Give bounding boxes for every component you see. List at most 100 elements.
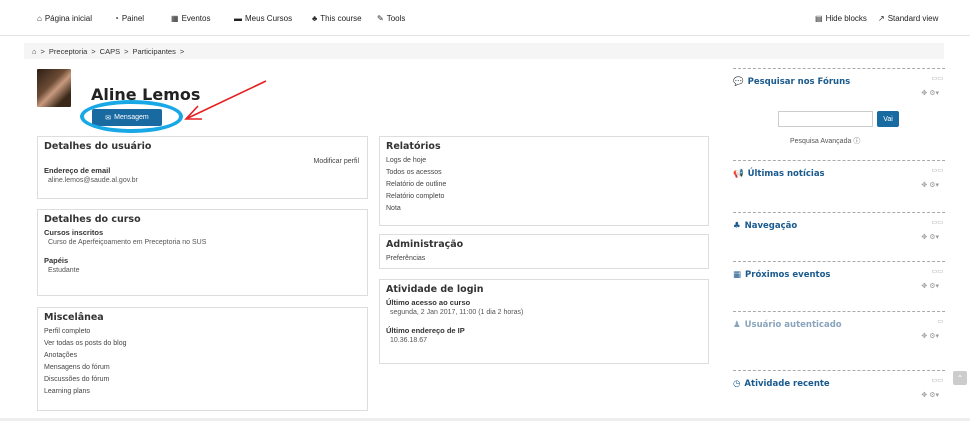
report-link-outline[interactable]: Relatório de outline [386, 179, 702, 191]
email-value: aline.lemos@saude.al.gov.br [48, 177, 138, 184]
block-dock-icon[interactable]: ▭▭ [932, 268, 943, 275]
edit-profile-link[interactable]: Modificar perfil [313, 158, 359, 165]
home-icon: ⌂ [37, 14, 42, 23]
nav-this-course[interactable]: ♣ This course [312, 14, 362, 23]
sitemap-icon: ♣ [312, 14, 318, 23]
reports-title: Relatórios [386, 141, 441, 152]
block-latest-news: 📢 Últimas notícias ▭▭ ✥ ⚙▾ [733, 160, 945, 200]
nav-dashboard-label: Painel [121, 14, 145, 23]
breadcrumb: ⌂ > Preceptoria > CAPS > Participantes > [24, 43, 944, 59]
nav-home[interactable]: ⌂ Página inicial [37, 14, 92, 23]
last-ip-label: Último endereço de IP [386, 326, 465, 335]
block-latest-news-title: 📢 Últimas notícias [733, 169, 945, 179]
block-dock-icon[interactable]: ▭ [937, 318, 943, 325]
user-details-title: Detalhes do usuário [44, 141, 152, 152]
nav-events-label: Eventos [181, 14, 211, 23]
block-recent-activity-title: ◷ Atividade recente [733, 379, 945, 389]
comments-icon: 💬 [733, 77, 744, 87]
hide-blocks-icon: ▤ [815, 14, 823, 23]
misc-link-forum-discussions[interactable]: Discussões do fórum [44, 374, 361, 386]
block-actions-icon[interactable]: ✥ ⚙▾ [921, 181, 939, 189]
nav-tools-label: Tools [386, 14, 406, 23]
standard-view-label: Standard view [887, 14, 939, 23]
breadcrumb-home-icon[interactable]: ⌂ [32, 47, 37, 56]
bullhorn-icon: 📢 [733, 169, 744, 179]
misc-title: Miscelânea [44, 312, 104, 323]
block-search-forums-label: Pesquisar nos Fóruns [747, 77, 851, 87]
misc-link-notes[interactable]: Anotações [44, 350, 361, 362]
reports-card: Relatórios Logs de hoje Todos os acessos… [379, 136, 709, 226]
top-navbar: ⌂ Página inicial ◔ Painel ▦ Eventos ▬ Meus C… [0, 0, 970, 36]
block-upcoming-events-title: ▦ Próximos eventos [733, 270, 945, 280]
forum-search-go-button[interactable]: Vai [877, 111, 899, 127]
last-access-value: segunda, 2 Jan 2017, 11:00 (1 dia 2 hora… [390, 309, 524, 316]
block-latest-news-label: Últimas notícias [747, 169, 825, 179]
forum-search-input[interactable] [778, 111, 873, 127]
clock-icon: ◷ [733, 379, 741, 389]
chevron-up-icon: ⌃ [956, 373, 964, 383]
wrench-icon: ✎ [377, 14, 384, 23]
block-actions-icon[interactable]: ✥ ⚙▾ [921, 391, 939, 399]
breadcrumb-sep: > [124, 46, 129, 56]
block-upcoming-events: ▦ Próximos eventos ▭▭ ✥ ⚙▾ [733, 261, 945, 301]
login-activity-card: Atividade de login Último acesso ao curs… [379, 279, 709, 364]
enrolled-course-link[interactable]: Curso de Aperfeiçoamento em Preceptoria … [44, 239, 361, 246]
misc-link-full-profile[interactable]: Perfil completo [44, 326, 361, 338]
hide-blocks-label: Hide blocks [825, 14, 867, 23]
breadcrumb-item-caps[interactable]: CAPS [100, 47, 120, 56]
block-search-forums: 💬 Pesquisar nos Fóruns ▭▭ ✥ ⚙▾ [733, 68, 945, 108]
nav-dashboard[interactable]: ◔ Painel [114, 14, 144, 23]
block-logged-user: ♟ Usuário autenticado ▭ ✥ ⚙▾ [733, 311, 945, 351]
block-actions-icon[interactable]: ✥ ⚙▾ [921, 89, 939, 97]
advanced-search-link[interactable]: Pesquisa Avançada ⓘ [790, 136, 860, 146]
hide-blocks-button[interactable]: ▤ Hide blocks [815, 14, 867, 23]
report-link-all-logs[interactable]: Todos os acessos [386, 167, 702, 179]
misc-link-blog[interactable]: Ver todas os posts do blog [44, 338, 361, 350]
standard-view-button[interactable]: ↗ Standard view [878, 14, 938, 23]
breadcrumb-item-preceptoria[interactable]: Preceptoria [49, 47, 87, 56]
block-dock-icon[interactable]: ▭▭ [932, 377, 943, 384]
admin-title: Administração [386, 239, 464, 250]
enrolled-courses-label: Cursos inscritos [44, 228, 104, 237]
block-actions-icon[interactable]: ✥ ⚙▾ [921, 282, 939, 290]
block-logged-user-label: Usuário autenticado [744, 320, 842, 330]
sitemap-icon: ♣ [733, 221, 741, 231]
block-dock-icon[interactable]: ▭▭ [932, 75, 943, 82]
nav-events[interactable]: ▦ Eventos [171, 14, 210, 23]
advanced-search-label: Pesquisa Avançada [790, 138, 852, 145]
login-activity-title: Atividade de login [386, 284, 484, 295]
block-logged-user-title: ♟ Usuário autenticado [733, 320, 945, 330]
block-dock-icon[interactable]: ▭▭ [932, 219, 943, 226]
misc-link-learning-plans[interactable]: Learning plans [44, 386, 361, 398]
resize-icon: ↗ [878, 14, 885, 23]
admin-link-preferences[interactable]: Preferências [386, 253, 702, 265]
block-dock-icon[interactable]: ▭▭ [932, 167, 943, 174]
report-link-today-logs[interactable]: Logs de hoje [386, 155, 702, 167]
report-link-grade[interactable]: Nota [386, 203, 702, 215]
block-navigation: ♣ Navegação ▭▭ ✥ ⚙▾ [733, 212, 945, 252]
block-upcoming-events-label: Próximos eventos [745, 270, 831, 280]
block-actions-icon[interactable]: ✥ ⚙▾ [921, 332, 939, 340]
calendar-icon: ▦ [171, 14, 179, 23]
report-link-complete[interactable]: Relatório completo [386, 191, 702, 203]
email-label: Endereço de email [44, 166, 111, 175]
highlight-ellipse [80, 100, 183, 133]
scroll-to-top-button[interactable]: ⌃ [953, 371, 967, 385]
roles-label: Papéis [44, 256, 69, 265]
misc-link-forum-posts[interactable]: Mensagens do fórum [44, 362, 361, 374]
breadcrumb-sep: > [40, 46, 45, 56]
avatar[interactable] [37, 69, 71, 107]
nav-home-label: Página inicial [44, 14, 92, 23]
breadcrumb-sep: > [179, 46, 185, 56]
breadcrumb-item-participantes[interactable]: Participantes [133, 47, 176, 56]
nav-my-courses[interactable]: ▬ Meus Cursos [234, 14, 292, 23]
block-navigation-title: ♣ Navegação [733, 221, 945, 231]
help-icon[interactable]: ⓘ [853, 138, 860, 145]
misc-card: Miscelânea Perfil completo Ver todas os … [37, 307, 368, 411]
last-access-label: Último acesso ao curso [386, 298, 471, 307]
course-details-title: Detalhes do curso [44, 214, 141, 225]
block-actions-icon[interactable]: ✥ ⚙▾ [921, 233, 939, 241]
block-navigation-label: Navegação [744, 221, 798, 231]
nav-tools[interactable]: ✎ Tools [377, 14, 405, 23]
admin-card: Administração Preferências [379, 234, 709, 269]
